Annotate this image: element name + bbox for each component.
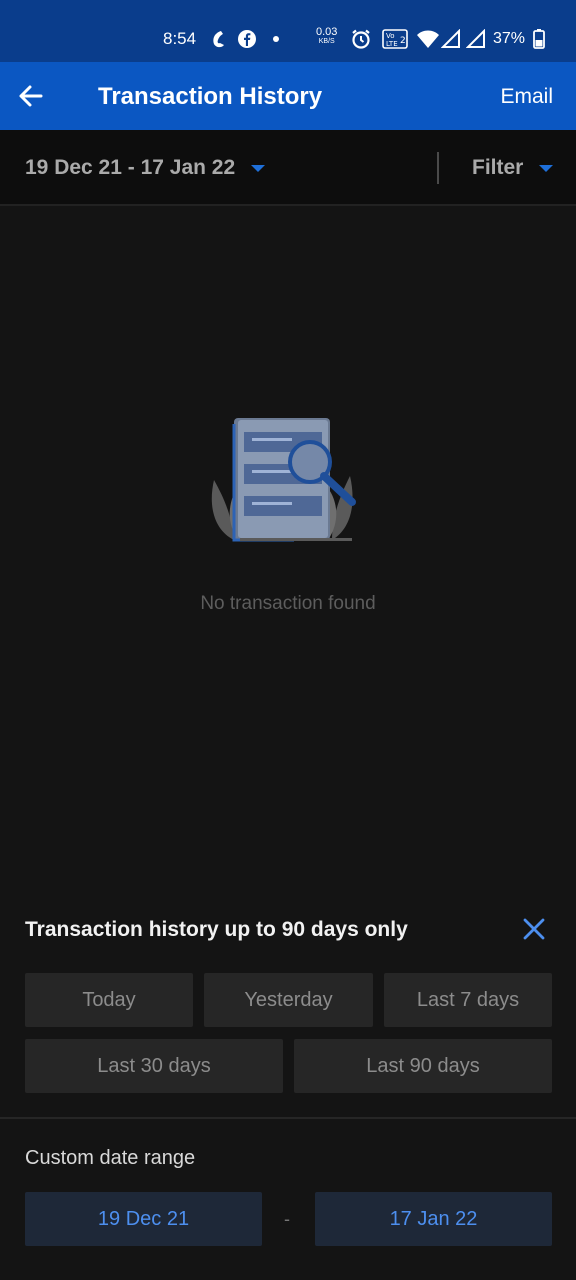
date-range-dropdown[interactable]: 19 Dec 21 - 17 Jan 22 (25, 155, 266, 181)
custom-app-icon (207, 28, 229, 50)
close-icon (523, 918, 545, 940)
wifi-icon (416, 28, 440, 50)
date-range-sheet: Transaction history up to 90 days only T… (0, 880, 576, 1280)
battery-percent: 37% (493, 30, 526, 47)
data-speed-value: 0.03 (316, 26, 338, 38)
quick-range-yesterday[interactable]: Yesterday (204, 973, 373, 1027)
data-speed: 0.03 KB/S (316, 27, 337, 46)
signal-icon (465, 28, 487, 50)
to-date-field[interactable]: 17 Jan 22 (315, 1192, 552, 1246)
signal-icon (440, 28, 462, 50)
arrow-left-icon (19, 85, 43, 107)
data-speed-unit: KB/S (318, 38, 335, 45)
app-bar: Transaction History Email (0, 62, 576, 130)
sheet-title: Transaction history up to 90 days only (25, 918, 408, 941)
status-time: 8:54 (163, 29, 197, 48)
empty-state-illustration (204, 410, 364, 550)
svg-text:2: 2 (400, 36, 406, 46)
divider (437, 152, 439, 184)
custom-range-label: Custom date range (25, 1147, 196, 1169)
close-button[interactable] (518, 913, 550, 945)
dot-icon (270, 28, 282, 50)
facebook-icon (236, 28, 258, 50)
quick-range-last-30-days[interactable]: Last 30 days (25, 1039, 283, 1093)
svg-text:LTE: LTE (386, 40, 398, 48)
divider (0, 1117, 576, 1119)
status-bar: 8:54 0.03 KB/S Vo LTE 2 37% (0, 0, 576, 62)
quick-range-last-7-days[interactable]: Last 7 days (384, 973, 552, 1027)
date-separator: - (284, 1209, 290, 1229)
date-range-label: 19 Dec 21 - 17 Jan 22 (25, 156, 236, 179)
svg-text:Vo: Vo (386, 32, 395, 40)
page-title: Transaction History (98, 83, 323, 110)
quick-range-today[interactable]: Today (25, 973, 193, 1027)
caret-down-icon (539, 164, 554, 172)
from-date-field[interactable]: 19 Dec 21 (25, 1192, 262, 1246)
battery-icon (532, 28, 546, 50)
alarm-icon (350, 28, 372, 50)
filter-label: Filter (472, 156, 524, 179)
quick-range-last-90-days[interactable]: Last 90 days (294, 1039, 552, 1093)
volte-icon: Vo LTE 2 (382, 28, 408, 50)
empty-state-message: No transaction found (200, 593, 376, 614)
back-button[interactable] (10, 74, 50, 118)
email-button[interactable]: Email (500, 84, 553, 110)
range-bar: 19 Dec 21 - 17 Jan 22 Filter (0, 130, 576, 206)
filter-dropdown[interactable]: Filter (472, 155, 554, 181)
caret-down-icon (251, 164, 266, 172)
